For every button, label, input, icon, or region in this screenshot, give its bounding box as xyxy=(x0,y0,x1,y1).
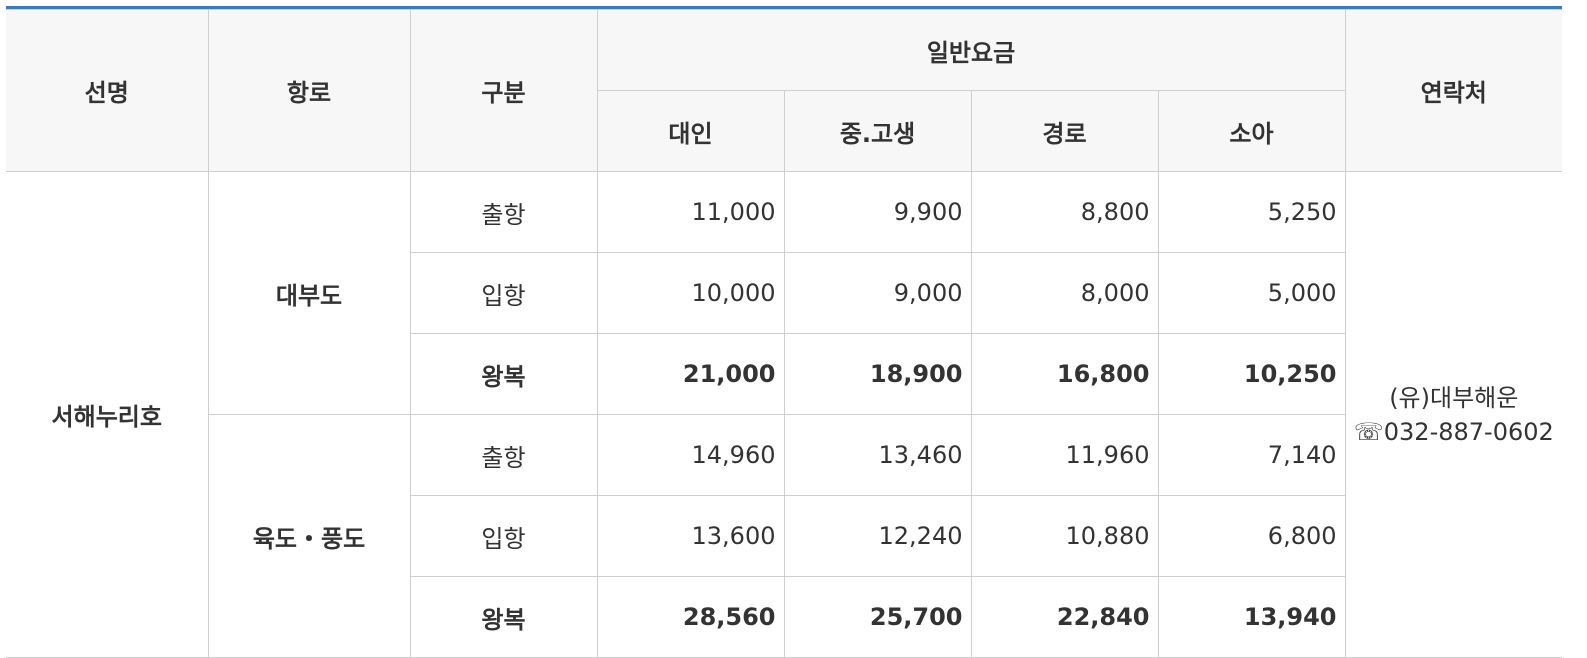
fare-table: 선명 항로 구분 일반요금 연락처 대인 중.고생 경로 소아 서해누리호 대부… xyxy=(6,9,1563,658)
header-senior: 경로 xyxy=(970,90,1159,172)
table-row: 육도・풍도 출항 14,960 13,460 11,960 7,140 xyxy=(6,414,1562,658)
fare-cell: 5,000 xyxy=(1157,252,1346,334)
header-ship: 선명 xyxy=(6,9,209,172)
fare-cell: 13,600 xyxy=(596,495,785,577)
fare-cell: 13,940 xyxy=(1157,576,1346,658)
header-student: 중.고생 xyxy=(783,90,972,172)
fare-cell: 14,960 xyxy=(596,414,785,496)
route-name-cell: 육도・풍도 xyxy=(208,414,411,658)
header-kind: 구분 xyxy=(409,9,598,172)
header-contact: 연락처 xyxy=(1344,9,1563,172)
kind-cell: 출항 xyxy=(409,171,598,253)
fare-cell: 8,000 xyxy=(970,252,1159,334)
contact-cell: (유)대부해운 ☏032-887-0602 xyxy=(1344,171,1563,658)
table-header: 선명 항로 구분 일반요금 연락처 대인 중.고생 경로 소아 xyxy=(6,9,1563,172)
fare-cell: 13,460 xyxy=(783,414,972,496)
ship-name-cell: 서해누리호 xyxy=(6,171,209,658)
kind-cell: 왕복 xyxy=(410,576,598,658)
fare-cell: 10,000 xyxy=(596,252,785,334)
fare-table-container: 선명 항로 구분 일반요금 연락처 대인 중.고생 경로 소아 서해누리호 대부… xyxy=(6,6,1563,658)
fare-cell: 10,880 xyxy=(970,495,1159,577)
route-name-cell: 대부도 xyxy=(207,171,411,415)
table-row: 서해누리호 대부도 출항 11,000 9,900 8,800 5,250 (유… xyxy=(6,171,1563,658)
fare-cell: 16,800 xyxy=(970,333,1159,415)
fare-cell: 25,700 xyxy=(783,576,972,658)
fare-cell: 10,250 xyxy=(1157,333,1346,415)
fare-cell: 21,000 xyxy=(596,333,785,415)
kind-cell: 왕복 xyxy=(410,333,598,415)
fare-cell: 9,900 xyxy=(783,171,972,253)
fare-cell: 11,960 xyxy=(970,414,1159,496)
header-adult: 대인 xyxy=(597,90,785,172)
contact-company: (유)대부해운 xyxy=(1389,383,1519,412)
fare-cell: 12,240 xyxy=(783,495,972,577)
fare-cell: 7,140 xyxy=(1157,414,1346,496)
kind-cell: 입항 xyxy=(410,495,598,577)
table-body: 서해누리호 대부도 출항 11,000 9,900 8,800 5,250 (유… xyxy=(6,171,1563,658)
header-child: 소아 xyxy=(1157,90,1346,172)
kind-cell: 입항 xyxy=(410,252,598,334)
fare-cell: 11,000 xyxy=(596,171,785,253)
fare-cell: 8,800 xyxy=(970,171,1159,253)
contact-phone: ☏032-887-0602 xyxy=(1353,417,1554,446)
header-fare-group: 일반요금 xyxy=(596,9,1346,91)
fare-cell: 18,900 xyxy=(783,333,972,415)
fare-cell: 22,840 xyxy=(970,576,1159,658)
fare-cell: 5,250 xyxy=(1157,171,1346,253)
fare-cell: 28,560 xyxy=(596,576,785,658)
header-route: 항로 xyxy=(207,9,411,172)
fare-cell: 6,800 xyxy=(1157,495,1346,577)
kind-cell: 출항 xyxy=(409,414,598,496)
fare-cell: 9,000 xyxy=(783,252,972,334)
